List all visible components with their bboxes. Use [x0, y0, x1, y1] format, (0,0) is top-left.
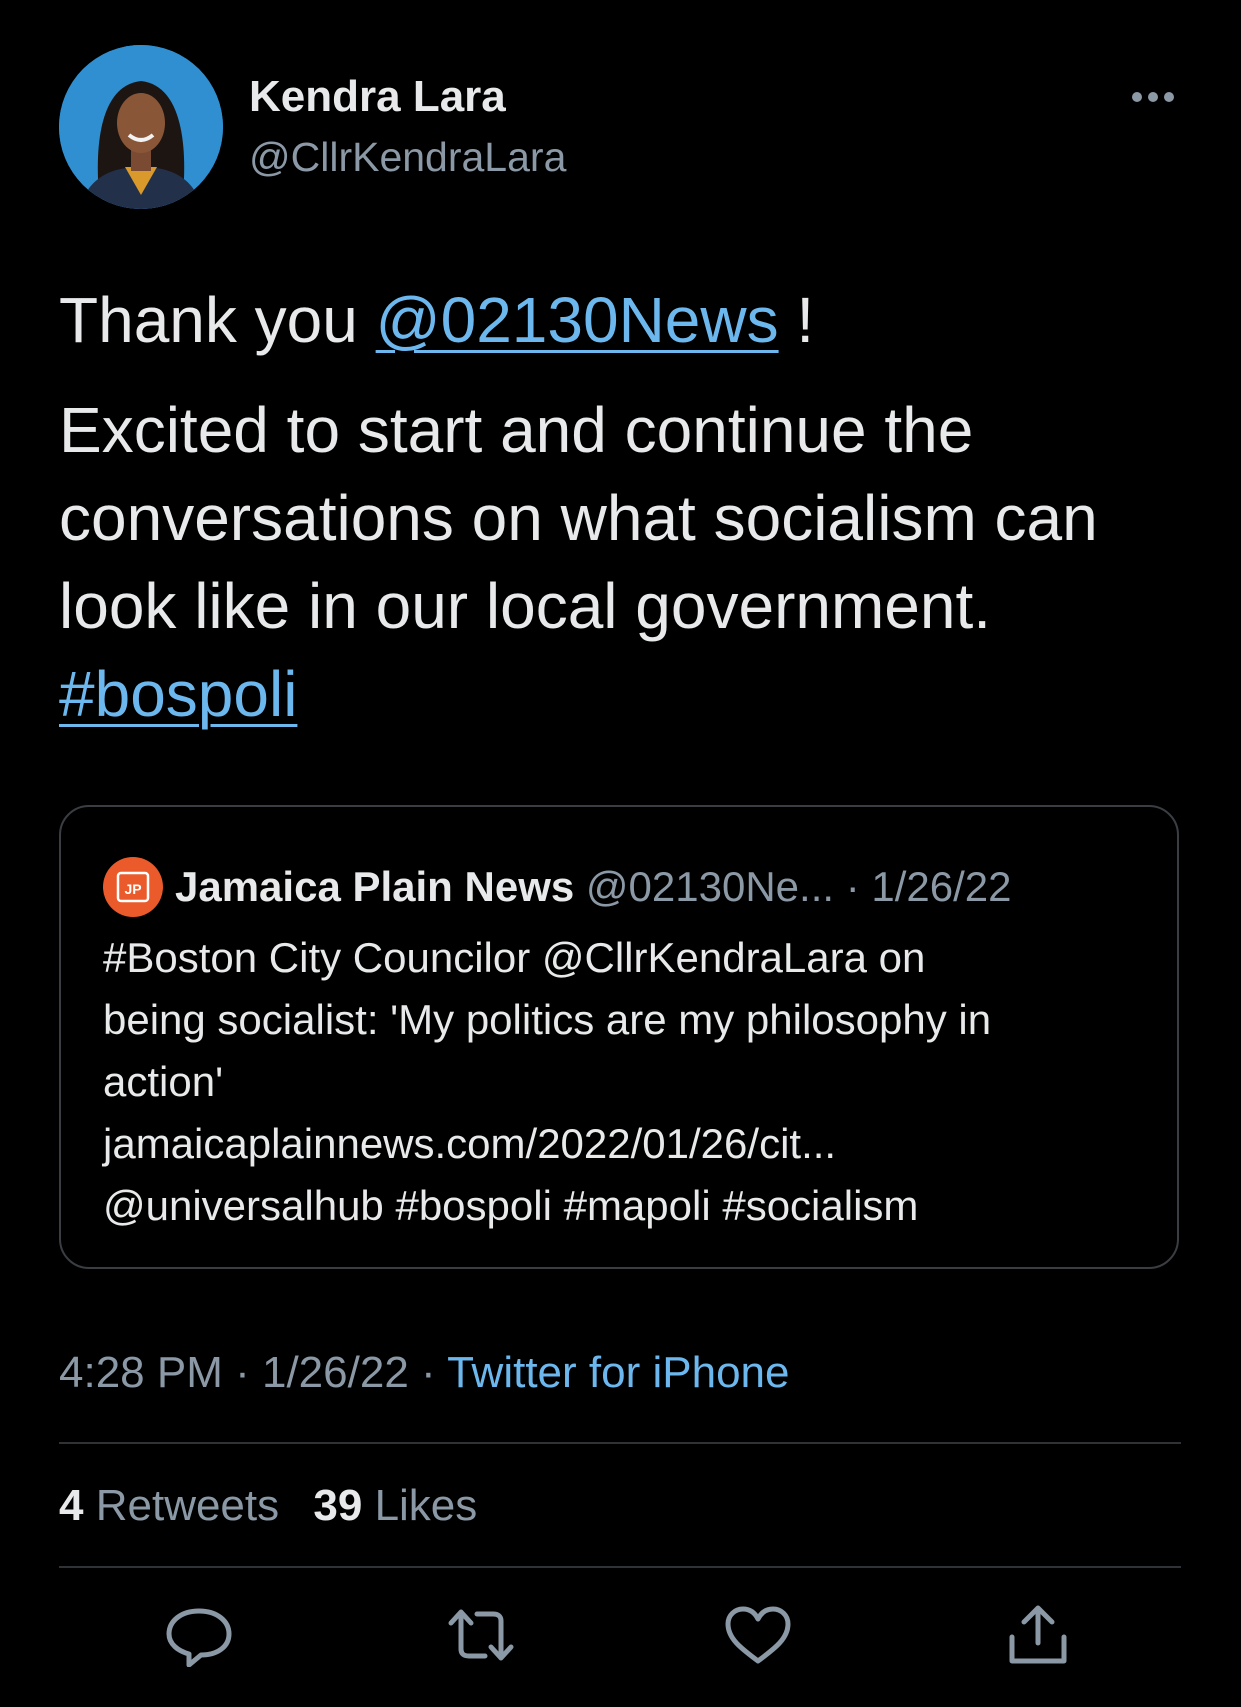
tweet-text-after-mention: ! — [778, 284, 815, 356]
tweet-meta: 4:28 PM · 1/26/22 · Twitter for iPhone — [59, 1348, 789, 1398]
reply-icon[interactable] — [163, 1603, 235, 1667]
quote-body: #Boston City Councilor @CllrKendraLara o… — [103, 927, 1143, 1237]
author-avatar[interactable] — [59, 45, 223, 209]
quote-line: jamaicaplainnews.com/2022/01/26/cit... — [103, 1120, 837, 1167]
divider — [59, 1442, 1181, 1444]
tweet-hashtag-line: #bospoli — [59, 650, 1179, 738]
tweet-line-thanks: Thank you @02130News ! — [59, 276, 1179, 364]
mention-link[interactable]: @02130News — [376, 284, 779, 356]
quote-avatar-label: JP — [124, 881, 141, 897]
like-icon[interactable] — [722, 1603, 794, 1667]
quote-line: action' — [103, 1058, 224, 1105]
meta-separator: · — [408, 1348, 448, 1397]
likes-label: Likes — [374, 1481, 478, 1530]
likes-stat[interactable]: 39 Likes — [313, 1481, 477, 1530]
tweet-text: Thank you @02130News ! Excited to start … — [59, 276, 1179, 738]
retweets-count: 4 — [59, 1481, 84, 1530]
retweets-label: Retweets — [95, 1481, 280, 1530]
quote-author-name: Jamaica Plain News — [175, 863, 575, 910]
quote-line: @universalhub #bospoli #mapoli #socialis… — [103, 1182, 919, 1229]
more-options-icon[interactable] — [1128, 80, 1178, 114]
quote-line: #Boston City Councilor @CllrKendraLara o… — [103, 934, 926, 981]
quote-avatar-icon: JP — [103, 857, 163, 917]
quote-line: being socialist: 'My politics are my phi… — [103, 996, 992, 1043]
tweet-date: 1/26/22 — [261, 1348, 409, 1397]
tweet-body: Excited to start and continue the conver… — [59, 394, 1098, 642]
quoted-tweet-card[interactable]: JP Jamaica Plain News @02130Ne... · 1/26… — [59, 805, 1179, 1269]
likes-count: 39 — [313, 1481, 363, 1530]
profile-photo-icon — [59, 45, 223, 209]
tweet-stats: 4 Retweets 39 Likes — [59, 1481, 499, 1531]
quote-header: Jamaica Plain News @02130Ne... · 1/26/22 — [175, 859, 1011, 915]
tweet-source-link[interactable]: Twitter for iPhone — [447, 1348, 789, 1397]
tweet-time: 4:28 PM — [59, 1348, 223, 1397]
divider — [59, 1566, 1181, 1568]
retweets-stat[interactable]: 4 Retweets — [59, 1481, 279, 1530]
quote-meta: @02130Ne... · 1/26/22 — [585, 863, 1012, 910]
retweet-icon[interactable] — [445, 1603, 517, 1667]
meta-separator: · — [222, 1348, 262, 1397]
author-name[interactable]: Kendra Lara — [249, 72, 506, 122]
tweet-text-before-mention: Thank you — [59, 284, 376, 356]
author-handle[interactable]: @CllrKendraLara — [249, 134, 566, 181]
share-icon[interactable] — [1002, 1603, 1074, 1667]
hashtag-link[interactable]: #bospoli — [59, 658, 297, 730]
